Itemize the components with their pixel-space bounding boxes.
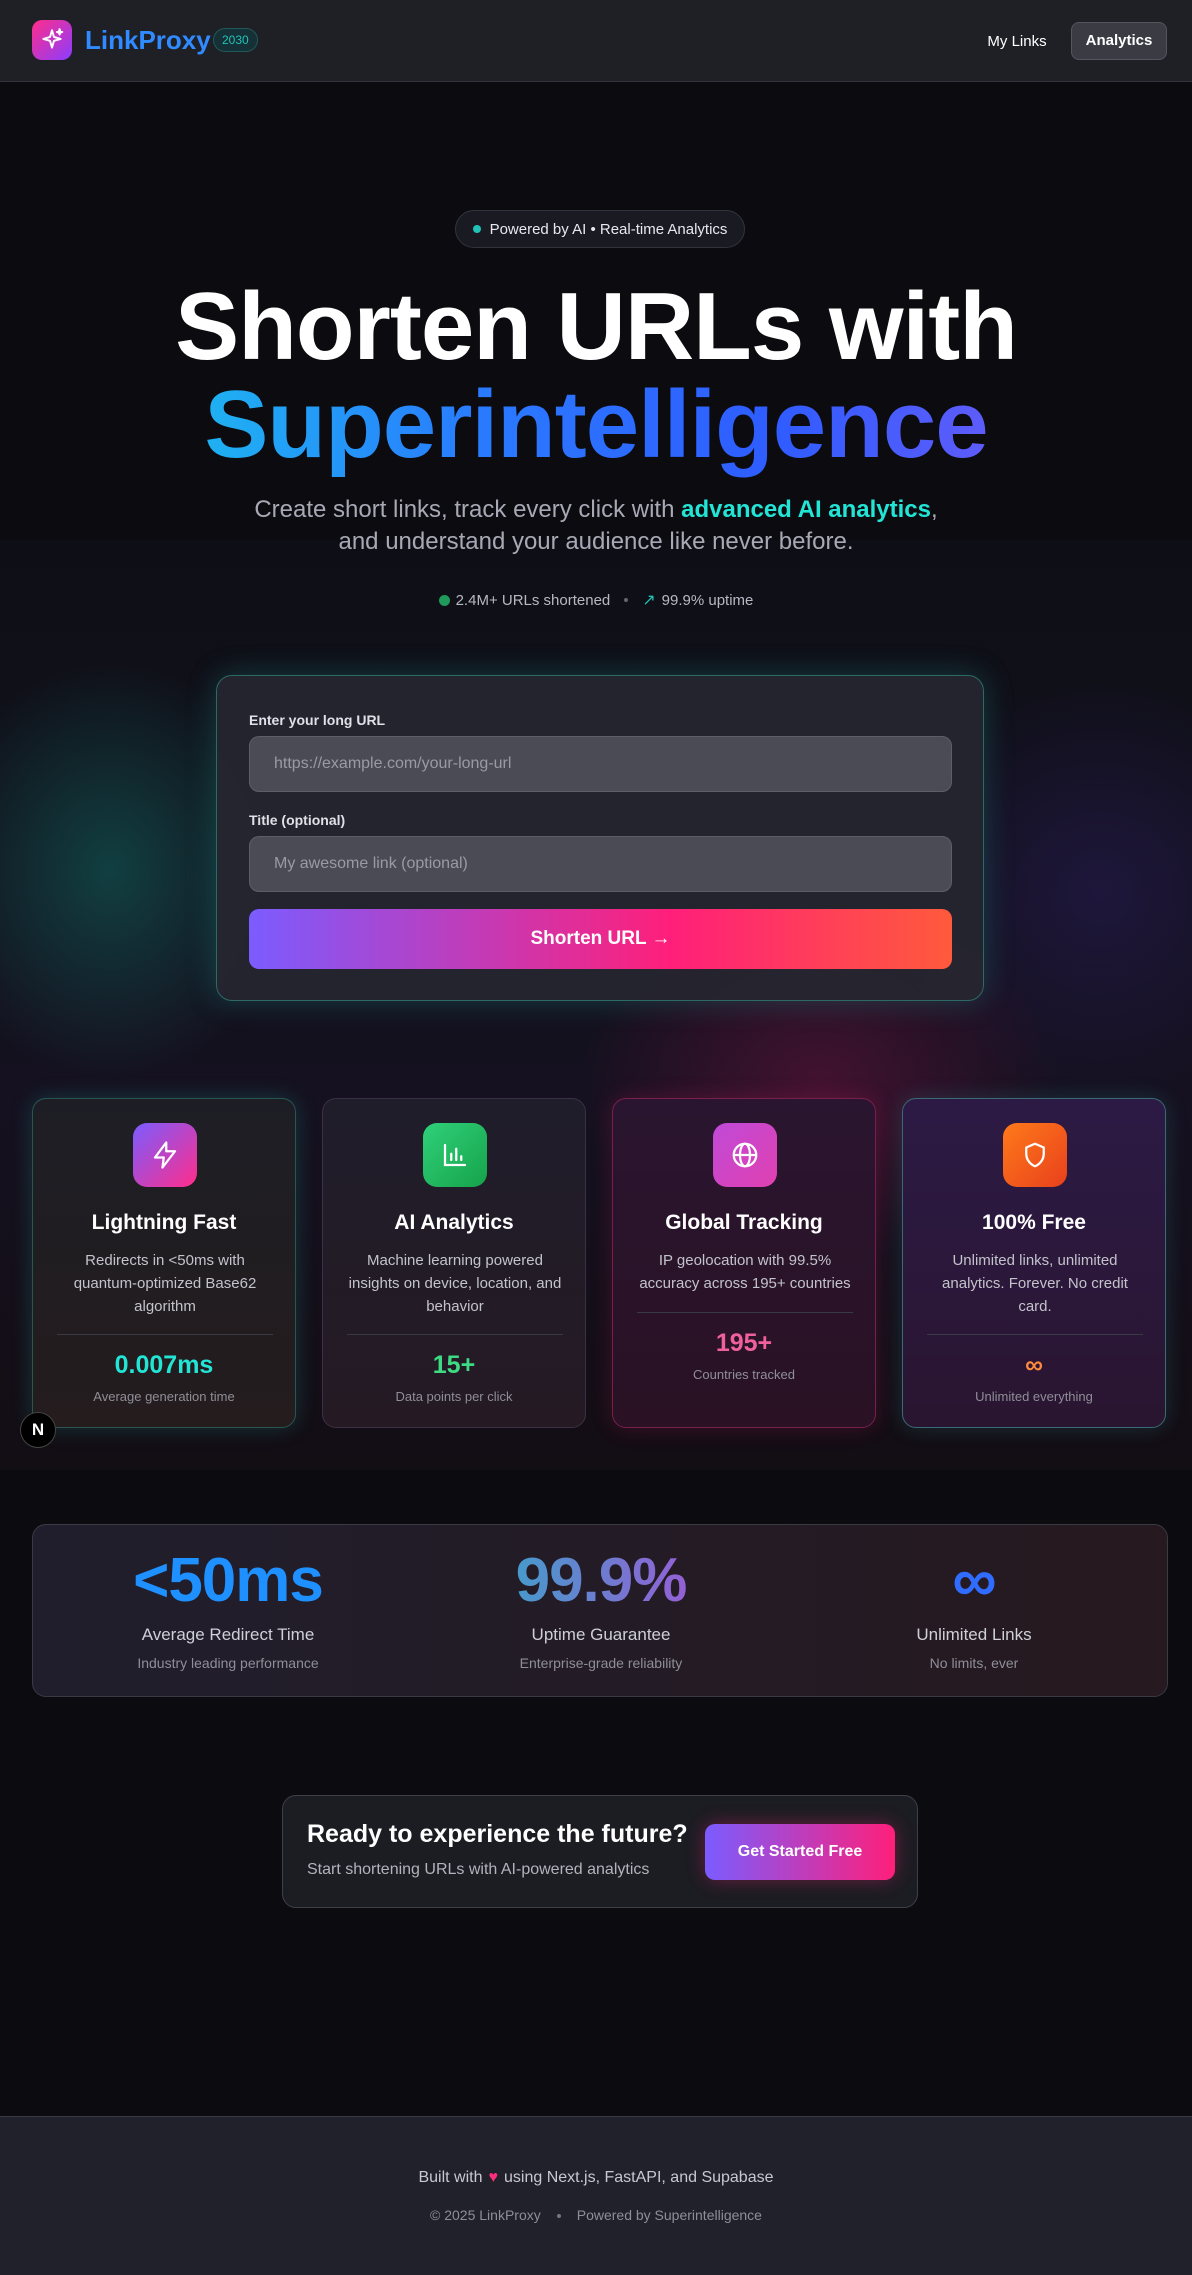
shield-icon xyxy=(1003,1123,1067,1187)
copyright-text: © 2025 LinkProxy xyxy=(430,2207,541,2223)
feature-caption: Unlimited everything xyxy=(975,1389,1093,1404)
hero-stats: 2.4M+ URLs shortened ↗ 99.9% uptime xyxy=(0,590,1192,610)
url-input[interactable] xyxy=(249,736,952,792)
tech-stack-text: using Next.js, FastAPI, and Supabase xyxy=(504,2169,774,2186)
divider xyxy=(57,1334,273,1335)
feature-stat: ∞ xyxy=(1025,1351,1043,1379)
powered-by-pill: Powered by AI • Real-time Analytics xyxy=(455,210,745,248)
separator-dot xyxy=(556,2214,561,2219)
footer: Built with ♥ using Next.js, FastAPI, and S… xyxy=(0,2116,1192,2275)
stat-value: ∞ xyxy=(952,1546,996,1615)
stat-subtitle: Industry leading performance xyxy=(137,1655,319,1671)
status-dot-icon xyxy=(472,225,481,233)
analytics-button[interactable]: Analytics xyxy=(1071,22,1167,60)
stat-title: Average Redirect Time xyxy=(141,1625,315,1644)
uptime-stat-text: 99.9% uptime xyxy=(661,592,754,609)
cta-subtitle: Start shortening URLs with AI-powered an… xyxy=(307,1861,650,1878)
feature-description: Unlimited links, unlimited analytics. Fo… xyxy=(942,1252,1128,1315)
feature-title: AI Analytics xyxy=(394,1211,514,1234)
stat-value: <50ms xyxy=(133,1546,324,1615)
footer-meta: © 2025 LinkProxy Powered by Superintellig… xyxy=(0,2207,1192,2223)
nextjs-dev-badge[interactable]: N xyxy=(20,1412,56,1448)
bar-chart-icon xyxy=(423,1123,487,1187)
top-nav: LinkProxy 2030 My Links Analytics xyxy=(0,0,1192,82)
stat-title: Uptime Guarantee xyxy=(531,1625,671,1644)
stat-subtitle: No limits, ever xyxy=(929,1655,1019,1671)
cta-card: Ready to experience the future? Start sh… xyxy=(282,1795,918,1908)
feature-card-lightning: Lightning Fast Redirects in <50ms with q… xyxy=(32,1098,296,1428)
subtitle-comma: , xyxy=(931,496,938,523)
feature-stat: 195+ xyxy=(715,1329,773,1357)
feature-title: Lightning Fast xyxy=(91,1211,237,1234)
lightning-icon xyxy=(133,1123,197,1187)
feature-title: 100% Free xyxy=(982,1211,1086,1234)
feature-description: Redirects in <50ms with quantum-optimize… xyxy=(73,1252,257,1315)
sparkle-logo-icon[interactable] xyxy=(32,20,72,60)
title-label: Title (optional) xyxy=(249,812,346,828)
feature-card-analytics: AI Analytics Machine learning powered in… xyxy=(322,1098,586,1428)
feature-card-free: 100% Free Unlimited links, unlimited ana… xyxy=(902,1098,1166,1428)
built-with-text: Built with xyxy=(418,2169,483,2186)
big-stats-panel: <50ms Average Redirect Time Industry lea… xyxy=(32,1524,1168,1697)
subtitle-highlight: advanced AI analytics xyxy=(681,496,931,523)
feature-description: Machine learning powered insights on dev… xyxy=(348,1252,562,1315)
feature-stat: 15+ xyxy=(432,1351,476,1379)
feature-caption: Data points per click xyxy=(395,1389,513,1404)
stat-title: Unlimited Links xyxy=(916,1625,1032,1644)
powered-by-text: Powered by Superintelligence xyxy=(576,2207,762,2223)
url-label: Enter your long URL xyxy=(249,712,386,728)
green-dot-icon xyxy=(438,595,450,607)
my-links-link[interactable]: My Links xyxy=(972,24,1062,60)
heart-icon: ♥ xyxy=(488,2169,499,2186)
stat-subtitle: Enterprise-grade reliability xyxy=(519,1655,683,1671)
cta-title: Ready to experience the future? xyxy=(307,1820,688,1848)
hero-subtitle-line1: Create short links, track every click wi… xyxy=(0,496,1192,524)
shorten-url-button[interactable]: Shorten URL → xyxy=(249,909,952,969)
urls-stat-text: 2.4M+ URLs shortened xyxy=(455,591,611,609)
divider xyxy=(347,1334,563,1335)
brand-name[interactable]: LinkProxy xyxy=(85,25,211,56)
feature-stat: 0.007ms xyxy=(114,1351,214,1379)
globe-icon xyxy=(713,1123,777,1187)
get-started-button[interactable]: Get Started Free xyxy=(705,1824,895,1880)
hero-subtitle-line2: and understand your audience like never … xyxy=(338,528,854,555)
feature-title: Global Tracking xyxy=(665,1211,823,1234)
feature-caption: Countries tracked xyxy=(693,1367,795,1382)
separator-dot xyxy=(624,598,629,602)
uptime-stat: ↗ 99.9% uptime xyxy=(642,590,753,610)
stat-value: 99.9% xyxy=(451,1545,751,1616)
feature-description: IP geolocation with 99.5% accuracy acros… xyxy=(639,1252,851,1292)
feature-caption: Average generation time xyxy=(93,1389,235,1404)
year-badge: 2030 xyxy=(213,28,258,52)
divider xyxy=(927,1334,1143,1335)
shorten-form-card: Enter your long URL Title (optional) Sho… xyxy=(216,675,984,1001)
pill-text: Powered by AI • Real-time Analytics xyxy=(489,220,728,238)
trending-up-icon: ↗ xyxy=(642,592,656,609)
subtitle-text: Create short links, track every click wi… xyxy=(254,496,682,523)
hero-title-line1: Shorten URLs with xyxy=(175,273,1018,380)
hero-title-line2: Superintelligence xyxy=(0,370,1192,480)
feature-card-global: Global Tracking IP geolocation with 99.5… xyxy=(612,1098,876,1428)
urls-stat: 2.4M+ URLs shortened xyxy=(438,591,611,609)
title-input[interactable] xyxy=(249,836,952,892)
divider xyxy=(637,1312,853,1313)
footer-built-with: Built with ♥ using Next.js, FastAPI, and S… xyxy=(0,2169,1192,2187)
